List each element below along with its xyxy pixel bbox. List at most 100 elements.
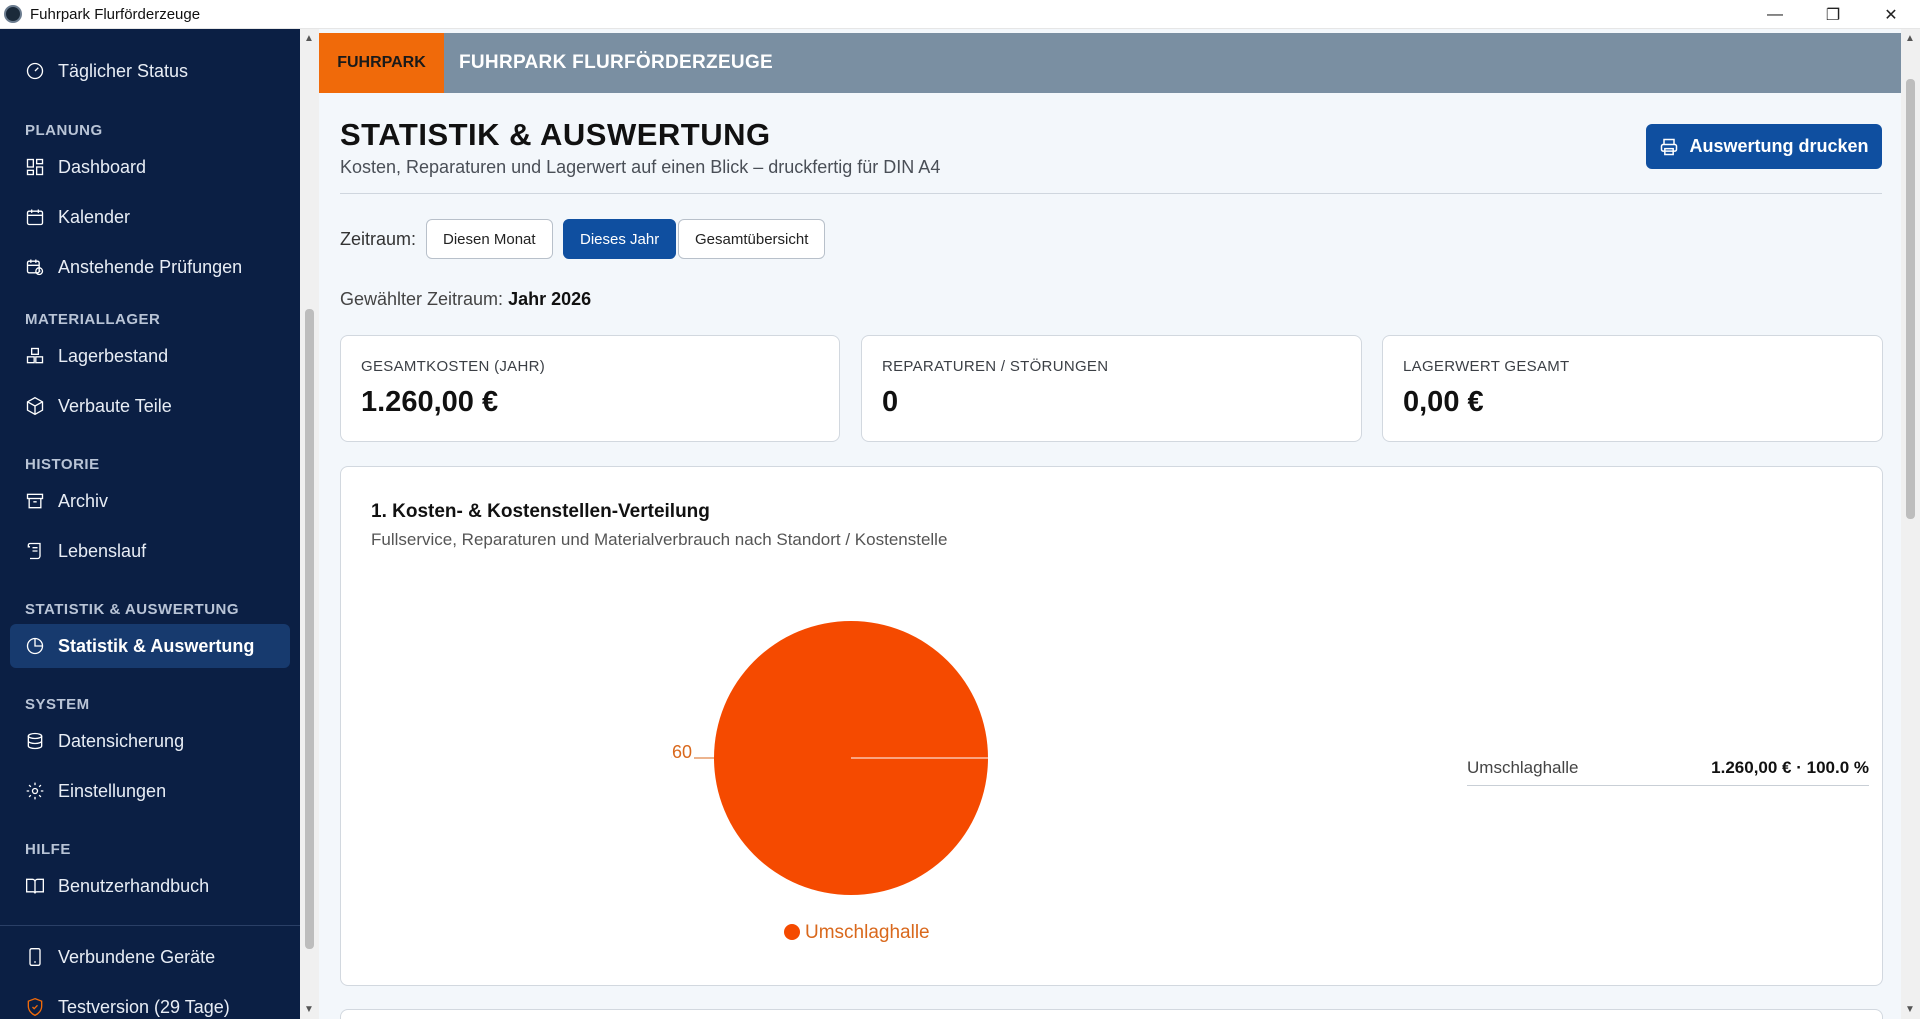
print-report-label: Auswertung drucken	[1689, 136, 1869, 156]
sidebar-item-label: Datensicherung	[58, 730, 185, 751]
kpi-card-stock-value: LAGERWERT GESAMT 0,00 €	[1382, 335, 1883, 442]
sidebar: Täglicher Status PLANUNG Dashboard Kalen…	[0, 29, 300, 1019]
sidebar-item-label: Lebenslauf	[58, 540, 147, 561]
kpi-label: REPARATUREN / STÖRUNGEN	[882, 358, 1109, 375]
print-report-button[interactable]: Auswertung drucken	[1646, 124, 1882, 169]
cost-center-value: 1.260,00 € · 100.0 %	[1711, 757, 1869, 777]
sidebar-item-label: Dashboard	[58, 156, 147, 177]
cost-distribution-card: 1. Kosten- & Kostenstellen-Verteilung Fu…	[340, 466, 1883, 986]
window-controls: — ❐ ✕	[1746, 0, 1920, 29]
sidebar-item-label: Archiv	[58, 490, 109, 511]
page-title: STATISTIK & AUSWERTUNG	[340, 117, 771, 152]
calendar-clock-icon	[24, 256, 46, 278]
sidebar-item-kalender[interactable]: Kalender	[10, 195, 290, 239]
minimize-button[interactable]: —	[1746, 0, 1804, 29]
sidebar-item-benutzerhandbuch[interactable]: Benutzerhandbuch	[10, 864, 290, 908]
section-title-materiallager: MATERIALLAGER	[25, 311, 161, 328]
sidebar-item-label: Anstehende Prüfungen	[58, 256, 243, 277]
dashboard-icon	[24, 156, 46, 178]
page-subtitle: Kosten, Reparaturen und Lagerwert auf ei…	[340, 157, 941, 177]
legend-swatch	[784, 924, 800, 940]
section-title-historie: HISTORIE	[25, 456, 100, 473]
gauge-icon	[24, 60, 46, 82]
chart-subtitle: Fullservice, Reparaturen und Materialver…	[371, 530, 948, 549]
pie-chart-icon	[24, 635, 46, 657]
sidebar-item-label: Testversion (29 Tage)	[58, 996, 230, 1017]
selected-period: Gewählter Zeitraum: Jahr 2026	[340, 289, 591, 310]
sidebar-item-einstellungen[interactable]: Einstellungen	[10, 769, 290, 813]
package-icon	[24, 395, 46, 417]
archive-icon	[24, 490, 46, 512]
database-icon	[24, 730, 46, 752]
sidebar-item-testversion[interactable]: Testversion (29 Tage)	[10, 985, 290, 1019]
sidebar-item-datensicherung[interactable]: Datensicherung	[10, 719, 290, 763]
period-overall-button[interactable]: Gesamtübersicht	[678, 219, 826, 259]
app-logo-icon	[4, 5, 22, 23]
sidebar-scrollbar-thumb[interactable]	[305, 309, 314, 949]
window-titlebar: Fuhrpark Flurförderzeuge — ❐ ✕	[0, 0, 1920, 29]
main-scrollbar[interactable]: ▲ ▼	[1901, 29, 1920, 1019]
scroll-up-icon[interactable]: ▲	[1905, 33, 1915, 44]
header-divider	[340, 193, 1882, 194]
sidebar-item-label: Benutzerhandbuch	[58, 875, 210, 896]
cost-table-row: Umschlaghalle 1.260,00 € · 100.0 %	[1467, 750, 1869, 786]
device-icon	[24, 946, 46, 968]
section-title-planung: PLANUNG	[25, 122, 103, 139]
scroll-down-icon[interactable]: ▼	[304, 1004, 314, 1015]
pie-chart-svg: 1260 Umschlaghalle	[652, 621, 988, 943]
kpi-card-repairs: REPARATUREN / STÖRUNGEN 0	[861, 335, 1362, 442]
brand-badge: FUHRPARK	[319, 33, 444, 93]
app-header-title: FUHRPARK FLURFÖRDERZEUGE	[459, 52, 774, 73]
legend-label: Umschlaghalle	[805, 922, 930, 943]
cost-center-name: Umschlaghalle	[1467, 757, 1579, 777]
sidebar-item-label: Verbundene Geräte	[58, 946, 216, 967]
period-label: Zeitraum:	[340, 229, 417, 249]
sidebar-item-verbaute-teile[interactable]: Verbaute Teile	[10, 384, 290, 428]
shield-icon	[24, 996, 46, 1018]
scroll-up-icon[interactable]: ▲	[304, 33, 314, 44]
sidebar-item-taeglicher-status[interactable]: Täglicher Status	[10, 49, 290, 93]
sidebar-item-label: Täglicher Status	[58, 60, 189, 81]
kpi-value: 0	[882, 386, 899, 418]
kpi-label: LAGERWERT GESAMT	[1403, 358, 1570, 375]
kpi-label: GESAMTKOSTEN (JAHR)	[361, 358, 546, 375]
pie-chart: 1260 Umschlaghalle	[652, 607, 1031, 947]
legend-item[interactable]: Umschlaghalle	[784, 922, 930, 943]
sidebar-item-label: Verbaute Teile	[58, 395, 172, 416]
kpi-card-total-costs: GESAMTKOSTEN (JAHR) 1.260,00 €	[340, 335, 840, 442]
main-content: FUHRPARK FUHRPARK FLURFÖRDERZEUGE STATIS…	[319, 29, 1901, 1019]
sidebar-item-lagerbestand[interactable]: Lagerbestand	[10, 334, 290, 378]
scroll-icon	[24, 540, 46, 562]
data-label: 1260	[671, 742, 692, 762]
sidebar-item-label: Statistik & Auswertung	[58, 635, 255, 656]
sidebar-item-anstehende-pruefungen[interactable]: Anstehende Prüfungen	[10, 245, 290, 289]
book-icon	[24, 875, 46, 897]
section-title-hilfe: HILFE	[25, 841, 71, 858]
sidebar-item-label: Kalender	[58, 206, 131, 227]
selected-period-value: Jahr 2026	[508, 289, 592, 309]
scroll-down-icon[interactable]: ▼	[1905, 1004, 1915, 1015]
selected-period-prefix: Gewählter Zeitraum:	[340, 289, 504, 309]
maximize-button[interactable]: ❐	[1804, 0, 1862, 29]
app-header: FUHRPARK FUHRPARK FLURFÖRDERZEUGE	[319, 33, 1901, 93]
next-section-card	[340, 1009, 1883, 1019]
sidebar-item-statistik-auswertung[interactable]: Statistik & Auswertung	[10, 624, 290, 668]
boxes-icon	[24, 345, 46, 367]
gear-icon	[24, 780, 46, 802]
kpi-value: 0,00 €	[1403, 386, 1484, 418]
window-title: Fuhrpark Flurförderzeuge	[30, 5, 201, 23]
calendar-icon	[24, 206, 46, 228]
sidebar-item-label: Lagerbestand	[58, 345, 169, 366]
sidebar-item-verbundene-geraete[interactable]: Verbundene Geräte	[10, 935, 290, 979]
period-this-month-button[interactable]: Diesen Monat	[426, 219, 553, 259]
printer-icon	[1661, 138, 1678, 155]
sidebar-item-archiv[interactable]: Archiv	[10, 479, 290, 523]
sidebar-item-lebenslauf[interactable]: Lebenslauf	[10, 529, 290, 573]
section-title-statistik: STATISTIK & AUSWERTUNG	[25, 601, 240, 618]
close-button[interactable]: ✕	[1862, 0, 1920, 29]
sidebar-scrollbar[interactable]: ▲ ▼	[300, 29, 319, 1019]
sidebar-item-dashboard[interactable]: Dashboard	[10, 145, 290, 189]
main-scrollbar-thumb[interactable]	[1906, 79, 1915, 519]
period-this-year-button[interactable]: Dieses Jahr	[563, 219, 677, 259]
chart-title: 1. Kosten- & Kostenstellen-Verteilung	[371, 501, 710, 522]
